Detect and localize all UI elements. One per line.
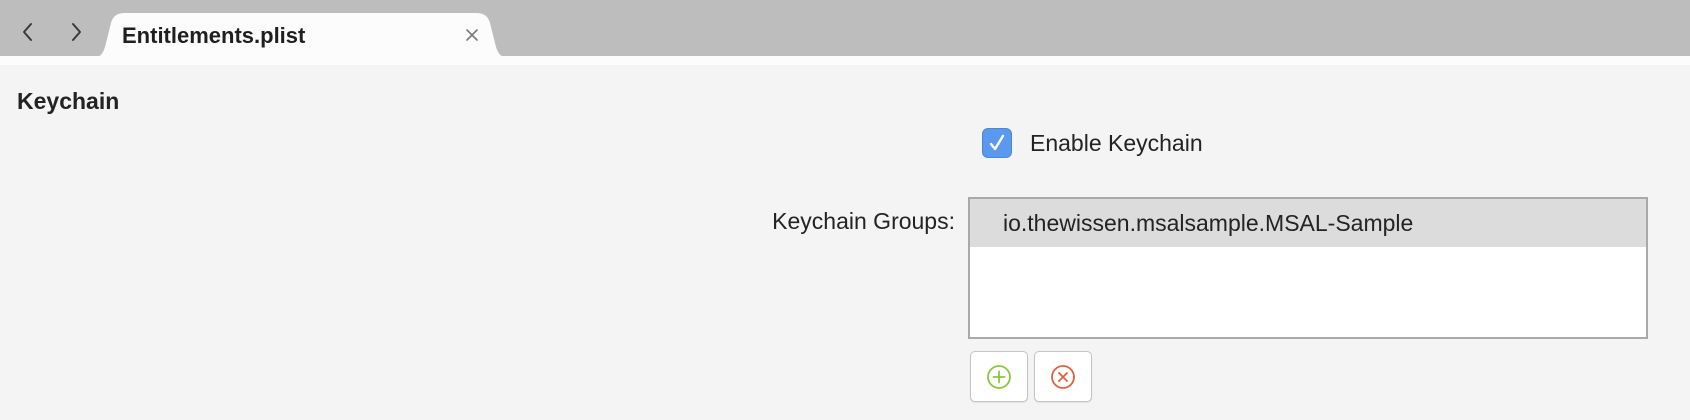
tab-title: Entitlements.plist: [122, 23, 306, 48]
section-title: Keychain: [17, 88, 120, 114]
chevron-left-icon: [23, 23, 32, 41]
add-circle-icon: [987, 364, 1011, 389]
checkmark-icon: [989, 134, 1005, 151]
add-group-button[interactable]: [970, 351, 1028, 402]
enable-keychain-checkbox[interactable]: [982, 128, 1012, 158]
tab-bar: Entitlements.plist: [0, 0, 1690, 58]
keychain-groups-label: Keychain Groups:: [772, 208, 955, 234]
chevron-right-icon: [72, 23, 81, 41]
forward-button[interactable]: [58, 14, 94, 50]
enable-keychain-label: Enable Keychain: [1030, 130, 1203, 156]
tab-close-button[interactable]: [462, 25, 482, 45]
list-item[interactable]: io.thewissen.msalsample.MSAL-Sample: [970, 199, 1646, 247]
remove-group-button[interactable]: [1034, 351, 1092, 402]
tab-content-strip: [0, 56, 1690, 65]
back-button[interactable]: [10, 14, 46, 50]
keychain-groups-list[interactable]: io.thewissen.msalsample.MSAL-Sample: [968, 197, 1648, 339]
close-icon: [466, 29, 478, 41]
remove-circle-icon: [1051, 364, 1075, 389]
tab-entitlements[interactable]: Entitlements.plist: [92, 13, 510, 58]
